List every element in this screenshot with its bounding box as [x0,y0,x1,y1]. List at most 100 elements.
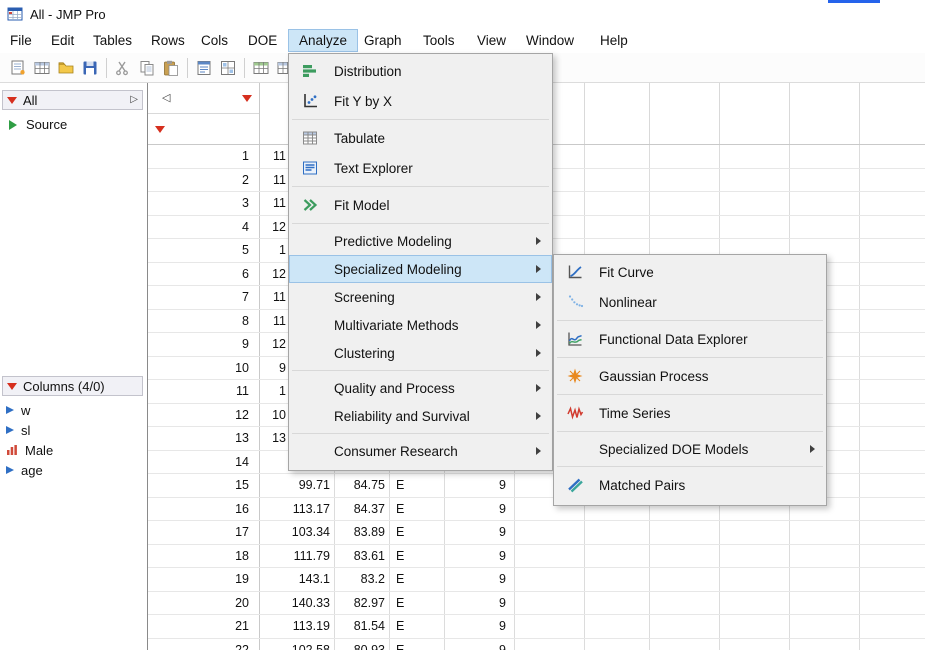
cell-male[interactable]: E [390,638,445,650]
row-number[interactable]: 12 [148,403,260,426]
cell-empty[interactable] [790,521,860,544]
cell-empty[interactable] [650,192,720,215]
cell-sl[interactable]: 83.89 [335,521,390,544]
row-number[interactable]: 21 [148,615,260,638]
red-triangle-icon[interactable] [7,96,17,104]
cell-empty[interactable] [650,638,720,650]
row-number[interactable]: 17 [148,521,260,544]
menu-edit[interactable]: Edit [51,31,74,51]
cell-empty[interactable] [860,639,925,650]
rows-menu-icon[interactable] [155,125,165,133]
row-number[interactable]: 20 [148,591,260,614]
cell-empty[interactable] [860,404,925,427]
menu-item-text-explorer[interactable]: Text Explorer [289,153,552,183]
cell-sl[interactable]: 81.54 [335,615,390,638]
cell-empty[interactable] [860,310,925,333]
menu-item-distribution[interactable]: Distribution [289,56,552,86]
cell-empty[interactable] [790,192,860,215]
cell-male[interactable]: E [390,521,445,544]
menu-rows[interactable]: Rows [151,31,185,51]
open-icon[interactable] [54,56,78,80]
row-number[interactable]: 19 [148,568,260,591]
cell-empty[interactable] [515,615,585,638]
menu-tables[interactable]: Tables [93,31,132,51]
table-row[interactable]: 22 102.58 80.93 E 9 [148,638,925,650]
menu-item-clustering[interactable]: Clustering [289,339,552,367]
cell-empty[interactable] [650,168,720,191]
cell-empty[interactable] [720,192,790,215]
cell-w[interactable]: 102.58 [260,638,335,650]
menu-item-predictive-modeling[interactable]: Predictive Modeling [289,227,552,255]
menu-item-screening[interactable]: Screening [289,283,552,311]
cell-empty[interactable] [860,615,925,638]
menu-doe[interactable]: DOE [248,31,277,51]
menu-item-quality-and-process[interactable]: Quality and Process [289,374,552,402]
menu-item-specialized-modeling[interactable]: Specialized Modeling [289,255,552,283]
cell-empty[interactable] [585,521,650,544]
cell-empty[interactable] [790,568,860,591]
cell-w[interactable]: 113.17 [260,497,335,520]
cell-empty[interactable] [585,544,650,567]
column-item-sl[interactable]: sl [6,422,30,438]
menu-help[interactable]: Help [600,31,628,51]
cell-age[interactable]: 9 [445,497,515,520]
red-triangle-icon[interactable] [7,382,17,390]
row-number[interactable]: 22 [148,638,260,650]
cell-w[interactable]: 111.79 [260,544,335,567]
column-header-cell[interactable] [720,83,790,144]
copy-icon[interactable] [135,56,159,80]
collapse-left-icon[interactable]: ◁ [162,92,170,104]
cell-empty[interactable] [515,638,585,650]
row-number[interactable]: 7 [148,286,260,309]
cell-empty[interactable] [790,638,860,650]
cell-w[interactable]: 103.34 [260,521,335,544]
menu-item-functional-data-explorer[interactable]: Functional Data Explorer [554,324,826,354]
menu-item-multivariate-methods[interactable]: Multivariate Methods [289,311,552,339]
cell-empty[interactable] [860,427,925,450]
cell-empty[interactable] [585,638,650,650]
row-number[interactable]: 8 [148,309,260,332]
cell-sl[interactable]: 84.75 [335,474,390,497]
cell-empty[interactable] [585,568,650,591]
columns-menu-icon[interactable] [242,94,252,102]
menu-item-time-series[interactable]: Time Series [554,398,826,428]
menu-analyze-active[interactable]: Analyze [288,29,358,52]
row-number[interactable]: 9 [148,333,260,356]
cell-empty[interactable] [515,591,585,614]
cell-empty[interactable] [650,215,720,238]
collapse-right-icon[interactable]: ▷ [130,95,138,105]
cell-empty[interactable] [650,591,720,614]
cell-empty[interactable] [515,568,585,591]
cell-age[interactable]: 9 [445,615,515,638]
cut-icon[interactable] [111,56,135,80]
cell-empty[interactable] [860,192,925,215]
cell-empty[interactable] [650,521,720,544]
cell-age[interactable]: 9 [445,544,515,567]
cell-empty[interactable] [790,145,860,168]
table-row[interactable]: 21 113.19 81.54 E 9 [148,615,925,639]
row-number[interactable]: 14 [148,450,260,473]
cell-empty[interactable] [585,615,650,638]
paste-icon[interactable] [159,56,183,80]
new-journal-icon[interactable] [6,56,30,80]
cell-male[interactable]: E [390,591,445,614]
table-row[interactable]: 17 103.34 83.89 E 9 [148,521,925,545]
cell-empty[interactable] [790,215,860,238]
cell-empty[interactable] [790,544,860,567]
menu-item-specialized-doe-models[interactable]: Specialized DOE Models [554,435,826,463]
cell-w[interactable]: 99.71 [260,474,335,497]
cell-empty[interactable] [720,638,790,650]
menu-file[interactable]: File [10,31,32,51]
table-row[interactable]: 20 140.33 82.97 E 9 [148,591,925,615]
cell-sl[interactable]: 83.2 [335,568,390,591]
cell-empty[interactable] [585,215,650,238]
cell-male[interactable]: E [390,568,445,591]
cell-empty[interactable] [860,545,925,568]
row-number[interactable]: 11 [148,380,260,403]
menu-item-fit-model[interactable]: Fit Model [289,190,552,220]
cell-male[interactable]: E [390,474,445,497]
new-data-table-icon[interactable] [30,56,54,80]
menu-item-tabulate[interactable]: Tabulate [289,123,552,153]
cell-age[interactable]: 9 [445,638,515,650]
report-page-icon[interactable] [192,56,216,80]
